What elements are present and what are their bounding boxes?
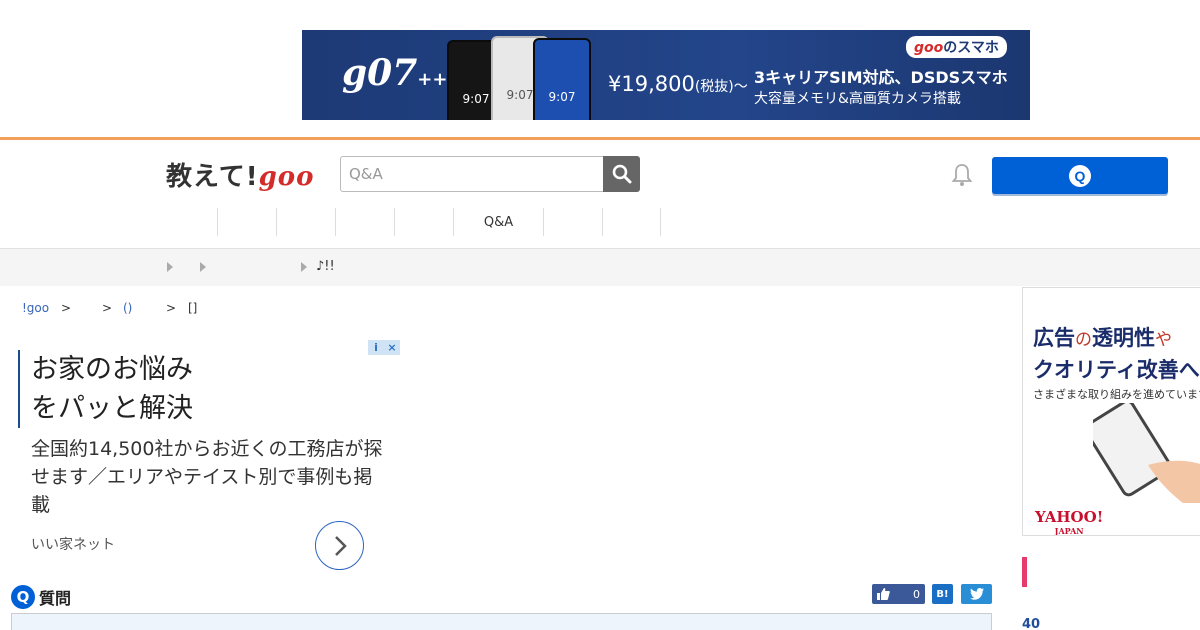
question-heading: Q 質問 xyxy=(11,585,71,609)
banner-headline: 3キャリアSIM対応、DSDSスマホ xyxy=(754,68,1008,87)
twitter-share-button[interactable] xyxy=(961,584,992,604)
facebook-like-button[interactable]: 0 xyxy=(872,584,925,604)
question-badge: Q xyxy=(11,585,35,609)
breadcrumb-category[interactable]: () xyxy=(123,301,132,315)
close-icon[interactable]: × xyxy=(384,340,400,355)
like-count: 0 xyxy=(913,587,920,601)
thumbs-up-icon xyxy=(877,588,890,600)
breadcrumb: !goo > > () > [] xyxy=(22,301,197,315)
search-button[interactable] xyxy=(603,156,640,192)
right-ad-caption: さまざまな取り組みを進めています xyxy=(1033,388,1200,401)
twitter-icon xyxy=(969,588,984,600)
arrow-right-icon xyxy=(301,262,307,272)
info-icon[interactable]: i xyxy=(368,340,384,355)
nav-item[interactable] xyxy=(217,208,276,236)
sidebar-count[interactable]: 40 xyxy=(1022,617,1040,630)
nav-item[interactable] xyxy=(543,208,602,236)
phone-image: 9:07 xyxy=(533,38,591,120)
hand-holding-phone-image xyxy=(1093,403,1200,503)
banner-price: ¥19,800(税抜)〜 xyxy=(608,72,748,96)
ad-source: いい家ネット xyxy=(31,537,115,553)
arrow-right-icon xyxy=(167,262,173,272)
banner-subline: 大容量メモリ&高画質カメラ搭載 xyxy=(754,91,961,107)
sidebar-accent xyxy=(1022,557,1027,587)
header-divider xyxy=(0,137,1200,140)
nav-item-qa[interactable]: Q&A xyxy=(453,208,543,236)
hatena-bookmark-button[interactable]: B! xyxy=(932,584,953,604)
breadcrumb-home[interactable]: !goo xyxy=(22,301,49,315)
banner-brand: g07++ xyxy=(342,52,448,94)
nav-item[interactable] xyxy=(276,208,335,236)
top-banner-ad[interactable]: g07++ 9:07 9:07 9:07 ¥19,800(税抜)〜 3キャリアS… xyxy=(302,30,1030,120)
ad-body: 全国約14,500社からお近くの工務店が探せます／エリアやテイスト別で事例も掲載 xyxy=(31,438,383,516)
ad-choices[interactable]: i × xyxy=(368,340,400,355)
search-input[interactable] xyxy=(340,156,604,192)
breadcrumb-separator: > xyxy=(61,301,72,315)
ask-question-button[interactable]: Q xyxy=(992,157,1168,194)
nav-item[interactable] xyxy=(602,208,661,236)
nav-item[interactable] xyxy=(335,208,394,236)
site-logo[interactable]: 教えて!goo xyxy=(166,156,314,193)
question-body xyxy=(11,613,992,630)
ad-open-button[interactable] xyxy=(315,521,364,570)
sub-nav-link[interactable]: ♪!! xyxy=(316,259,335,274)
right-ad[interactable]: 広告の透明性や クオリティ改善へ さまざまな取り組みを進めています YAHOO!… xyxy=(1022,287,1200,536)
nav-item[interactable] xyxy=(394,208,453,236)
question-icon: Q xyxy=(1069,164,1091,187)
yahoo-logo: YAHOO! JAPAN xyxy=(1035,508,1104,536)
right-ad-subheadline: クオリティ改善へ xyxy=(1033,358,1200,382)
breadcrumb-separator: > xyxy=(102,301,113,315)
question-label: 質問 xyxy=(39,589,72,608)
ad-title: お家のお悩み をパッと解決 xyxy=(18,350,193,428)
banner-badge: gooのスマホ xyxy=(906,36,1007,58)
bell-icon[interactable] xyxy=(950,162,974,188)
right-ad-headline: 広告の透明性や xyxy=(1033,326,1172,350)
search-icon xyxy=(612,164,631,184)
chevron-right-icon xyxy=(334,535,347,556)
arrow-right-icon xyxy=(200,262,206,272)
page: g07++ 9:07 9:07 9:07 ¥19,800(税抜)〜 3キャリアS… xyxy=(0,0,1200,630)
breadcrumb-current: [] xyxy=(188,301,198,315)
breadcrumb-separator: > xyxy=(166,301,177,315)
main-nav: Q&A xyxy=(217,208,661,236)
sub-nav: ♪!! xyxy=(0,248,1200,286)
left-ad[interactable]: i × お家のお悩み をパッと解決 全国約14,500社からお近くの工務店が探せ… xyxy=(10,340,400,576)
